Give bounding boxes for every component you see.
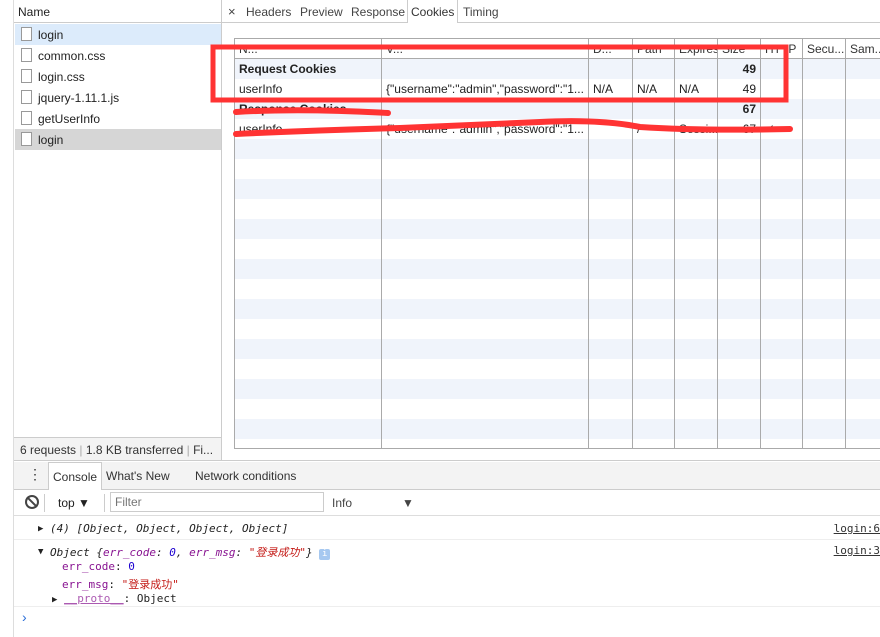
message-text: (4) [Object, Object, Object, Object] (50, 522, 289, 535)
cookie-size: 49 (742, 82, 756, 96)
column-header[interactable]: Expires (675, 39, 717, 59)
console-filter-input[interactable] (110, 492, 324, 512)
request-item[interactable]: common.css (15, 45, 221, 66)
request-name: common.css (38, 49, 106, 63)
file-icon (21, 27, 32, 41)
column-divider (632, 39, 633, 448)
cookie-value: {"username":"admin","password":"1... (386, 122, 584, 136)
cookie-name: userInfo (239, 82, 283, 96)
name-column-header[interactable]: Name (14, 0, 221, 23)
tab-headers[interactable]: Headers (243, 0, 294, 23)
console-message[interactable]: ▶ (4) [Object, Object, Object, Object] l… (14, 517, 880, 540)
file-icon (21, 69, 32, 83)
property-proto[interactable]: ▶ __proto__: Object (52, 592, 177, 605)
cookie-size: 67 (742, 122, 756, 136)
request-name: login (38, 28, 64, 42)
expand-arrow-icon[interactable]: ▶ (38, 524, 43, 534)
cookie-expires: N/A (679, 82, 700, 96)
tab-cookies[interactable]: Cookies (407, 0, 459, 23)
transferred-size: 1.8 KB transferred (85, 443, 184, 457)
cookie-name: userInfo (239, 122, 283, 136)
property-err-msg: err_msg: "登录成功" (62, 578, 179, 591)
column-header[interactable]: Sam... (846, 39, 880, 59)
column-divider (845, 39, 846, 448)
column-header[interactable]: D... (589, 39, 632, 59)
source-link[interactable]: login:6 (834, 522, 880, 535)
property-err-code: err_code: 0 (62, 560, 135, 573)
summary-suffix: } (305, 546, 313, 559)
request-item[interactable]: login (15, 129, 221, 150)
cookie-group-name: Response Cookies (239, 102, 347, 116)
cookie-http: ✓ (765, 122, 776, 136)
clear-console-icon[interactable] (25, 495, 39, 509)
column-divider (588, 39, 589, 448)
tab-network-conditions[interactable]: Network conditions (191, 462, 300, 490)
collapse-arrow-icon[interactable]: ▼ (38, 547, 43, 557)
column-divider (760, 39, 761, 448)
log-level-select[interactable]: Info ▼ (332, 496, 414, 510)
request-item[interactable]: login.css (15, 66, 221, 87)
column-divider (381, 39, 382, 448)
request-count: 6 requests (20, 443, 77, 457)
log-level-value: Info (332, 496, 353, 510)
request-item[interactable]: login (15, 24, 221, 45)
column-header[interactable]: Size (718, 39, 760, 59)
console-tabs: ⋮ Console What's New Network conditions (14, 462, 880, 490)
cookie-group-name: Request Cookies (239, 62, 337, 76)
panel-gutter (0, 0, 14, 637)
tab-console[interactable]: Console (48, 462, 103, 490)
request-name: login (38, 133, 64, 147)
cookie-group-size: 49 (742, 62, 756, 76)
tab-whats-new[interactable]: What's New (102, 462, 174, 490)
console-prompt[interactable]: › (22, 609, 27, 625)
console-message[interactable]: ▼ Object {err_code: 0, err_msg: "登录成功"} … (14, 540, 880, 607)
request-name: login.css (38, 70, 85, 84)
tab-response[interactable]: Response (348, 0, 408, 23)
request-item[interactable]: getUserInfo (15, 108, 221, 129)
column-header[interactable]: V... (382, 39, 588, 59)
finish-time: Fi... (193, 443, 214, 457)
file-icon (21, 111, 32, 125)
info-icon[interactable]: i (319, 549, 331, 560)
file-icon (21, 132, 32, 146)
more-menu-icon[interactable]: ⋮ (24, 462, 46, 490)
summary-key: err_msg (189, 546, 236, 559)
summary-value: 0 (169, 546, 176, 559)
tab-timing[interactable]: Timing (460, 0, 502, 23)
context-value: top (58, 496, 75, 510)
source-link[interactable]: login:3 (834, 544, 880, 557)
summary-value: "登录成功" (248, 546, 306, 559)
detail-tabs: × Headers Preview Response Cookies Timin… (222, 0, 880, 23)
tab-preview[interactable]: Preview (297, 0, 346, 23)
file-icon (21, 48, 32, 62)
context-select[interactable]: top ▼ (58, 496, 90, 510)
summary-key: err_code (102, 546, 156, 559)
column-header[interactable]: Secu... (803, 39, 845, 59)
console-toolbar: top ▼ Info▼ (14, 490, 880, 516)
request-item[interactable]: jquery-1.11.1.js (15, 87, 221, 108)
summary-prefix: Object { (50, 546, 103, 559)
cookie-path: / (637, 122, 641, 136)
cookie-domain: N/A (593, 82, 614, 96)
cookie-expires: Sessi... (679, 122, 717, 136)
file-icon (21, 90, 32, 104)
cookie-value: {"username":"admin","password":"1... (386, 82, 584, 96)
request-name: jquery-1.11.1.js (38, 91, 120, 105)
column-header[interactable]: HTTP (761, 39, 802, 59)
close-icon[interactable]: × (225, 0, 239, 22)
cookies-table: N... V... D... Path Expires Size HTTP Secu... Sa… (234, 38, 880, 449)
column-divider (802, 39, 803, 448)
column-header[interactable]: Path (633, 39, 674, 59)
column-divider (674, 39, 675, 448)
request-name: getUserInfo (38, 112, 101, 126)
cookie-group-size: 67 (742, 102, 756, 116)
network-status-bar: 6 requests | 1.8 KB transferred | Fi... (14, 437, 221, 460)
cookie-path: N/A (637, 82, 658, 96)
column-header[interactable]: N... (235, 39, 381, 59)
